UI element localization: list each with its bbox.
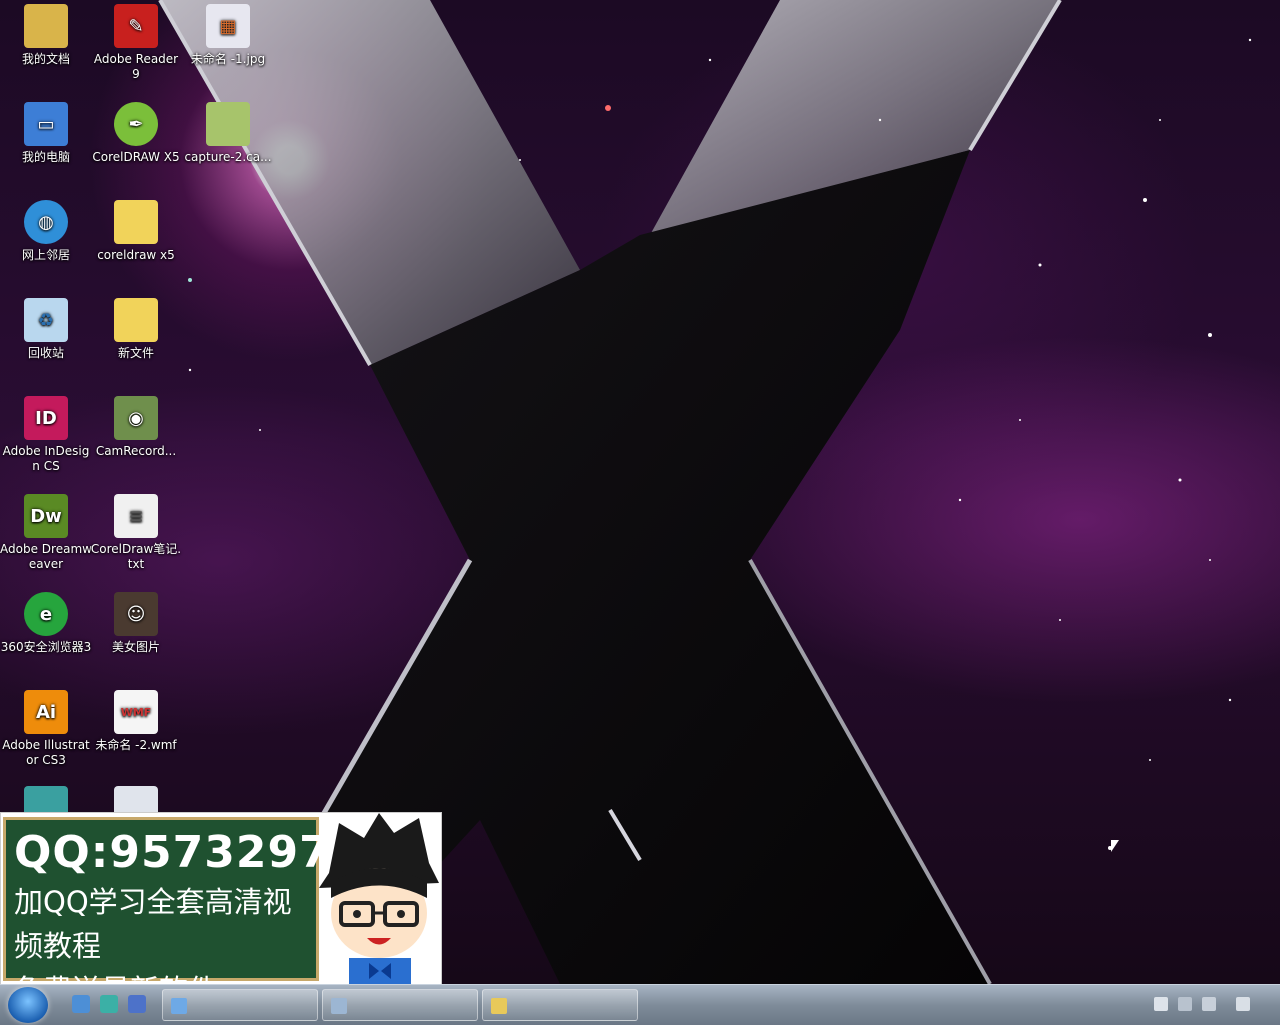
wmf-file-icon: WMF — [114, 690, 158, 734]
window-icon — [331, 998, 347, 1014]
desktop-icon-capture-file[interactable]: capture-2.ca... — [182, 102, 274, 165]
mouse-cursor-icon — [1111, 840, 1119, 852]
cam-record-icon: ◉ — [114, 396, 158, 440]
browser-icon: e — [24, 592, 68, 636]
qq-promo-banner: QQ:95732976 加QQ学习全套高清视频教程 免费送最新软件 — [0, 812, 442, 1007]
desktop-icon-label: Adobe Illustrator CS3 — [2, 738, 90, 767]
qq-number-text: QQ:95732976 — [14, 827, 363, 878]
cartoon-avatar-icon — [319, 813, 439, 985]
desktop-icon-camrecord[interactable]: ◉ CamRecord... — [90, 396, 182, 459]
action-center-icon[interactable] — [1154, 997, 1168, 1011]
taskbar-app-3[interactable] — [482, 989, 638, 1021]
desktop-icon-photo-shortcut[interactable]: ☺ 美女图片 — [90, 592, 182, 655]
start-button[interactable] — [8, 987, 48, 1023]
text-file-icon: ≡ — [114, 494, 158, 538]
quicklaunch-explorer-icon[interactable] — [72, 995, 90, 1013]
quicklaunch-browser-icon[interactable] — [128, 995, 146, 1013]
desktop-icon-label: 网上邻居 — [21, 248, 70, 262]
desktop-icon-label: 我的文档 — [21, 52, 70, 66]
corel-capture-file-icon — [206, 102, 250, 146]
desktop-icon-recycle-bin[interactable]: ♻ 回收站 — [0, 298, 92, 361]
desktop-icon-label: CorelDRAW X5 — [92, 150, 180, 164]
desktop-icon-label: 新文件 — [117, 346, 154, 360]
folder-icon — [114, 200, 158, 244]
desktop-icon-label: capture-2.ca... — [184, 150, 272, 164]
desktop-icon-label: CorelDraw笔记.txt — [90, 542, 182, 571]
quicklaunch-media-icon[interactable] — [100, 995, 118, 1013]
desktop-icon-label: coreldraw x5 — [97, 248, 175, 262]
taskbar-app-2[interactable] — [322, 989, 478, 1021]
volume-icon[interactable] — [1202, 997, 1216, 1011]
promo-chalkboard: QQ:95732976 加QQ学习全套高清视频教程 免费送最新软件 — [3, 817, 363, 1007]
coreldraw-icon: ✒ — [114, 102, 158, 146]
network-globe-icon: ◍ — [24, 200, 68, 244]
illustrator-icon: Ai — [24, 690, 68, 734]
desktop-icon-new-folder[interactable]: 新文件 — [90, 298, 182, 361]
documents-folder-icon — [24, 4, 68, 48]
desktop-icon-label: 我的电脑 — [21, 150, 70, 164]
explorer-icon — [171, 998, 187, 1014]
jpg-file-icon: ▦ — [206, 4, 250, 48]
desktop-icon-network[interactable]: ◍ 网上邻居 — [0, 200, 92, 263]
desktop-icon-adobe-reader[interactable]: ✎ Adobe Reader 9 — [90, 4, 182, 82]
desktop-icon-coreldraw[interactable]: ✒ CorelDRAW X5 — [90, 102, 182, 165]
desktop-icon-dreamweaver[interactable]: Dw Adobe Dreamweaver — [0, 494, 92, 572]
taskbar — [0, 984, 1280, 1025]
desktop-icon-label: 未命名 -2.wmf — [95, 738, 177, 752]
battery-icon[interactable] — [1236, 997, 1250, 1011]
promo-line-courses: 加QQ学习全套高清视频教程 — [14, 885, 292, 963]
desktop-icon-label: 未命名 -1.jpg — [190, 52, 266, 66]
desktop-icon-text-notes[interactable]: ≡ CorelDraw笔记.txt — [90, 494, 182, 572]
desktop-icon-my-computer[interactable]: ▭ 我的电脑 — [0, 102, 92, 165]
desktop-icon-label: 360安全浏览器3 — [0, 640, 92, 654]
desktop-icon-label: 美女图片 — [111, 640, 160, 654]
desktop-icon-indesign[interactable]: ID Adobe InDesign CS — [0, 396, 92, 474]
desktop-icon-label: Adobe Reader 9 — [93, 52, 179, 81]
desktop-icon-label: 回收站 — [27, 346, 64, 360]
adobe-reader-icon: ✎ — [114, 4, 158, 48]
recycle-bin-icon: ♻ — [24, 298, 68, 342]
dreamweaver-icon: Dw — [24, 494, 68, 538]
indesign-icon: ID — [24, 396, 68, 440]
desktop-icon-label: CamRecord... — [95, 444, 177, 458]
computer-icon: ▭ — [24, 102, 68, 146]
desktop-icon-jpg-file[interactable]: ▦ 未命名 -1.jpg — [182, 4, 274, 67]
folder-icon — [114, 298, 158, 342]
desktop-icon-360-browser[interactable]: e 360安全浏览器3 — [0, 592, 92, 655]
folder-icon — [491, 998, 507, 1014]
taskbar-app-1[interactable] — [162, 989, 318, 1021]
desktop-icon-my-documents[interactable]: 我的文档 — [0, 4, 92, 67]
network-icon[interactable] — [1178, 997, 1192, 1011]
desktop-icon-illustrator[interactable]: Ai Adobe Illustrator CS3 — [0, 690, 92, 768]
photo-shortcut-icon: ☺ — [114, 592, 158, 636]
desktop-icon-label: Adobe InDesign CS — [2, 444, 90, 473]
desktop-icon-label: Adobe Dreamweaver — [0, 542, 92, 571]
desktop-icon-wmf-file[interactable]: WMF 未命名 -2.wmf — [90, 690, 182, 753]
desktop-icon-coreldraw-folder[interactable]: coreldraw x5 — [90, 200, 182, 263]
